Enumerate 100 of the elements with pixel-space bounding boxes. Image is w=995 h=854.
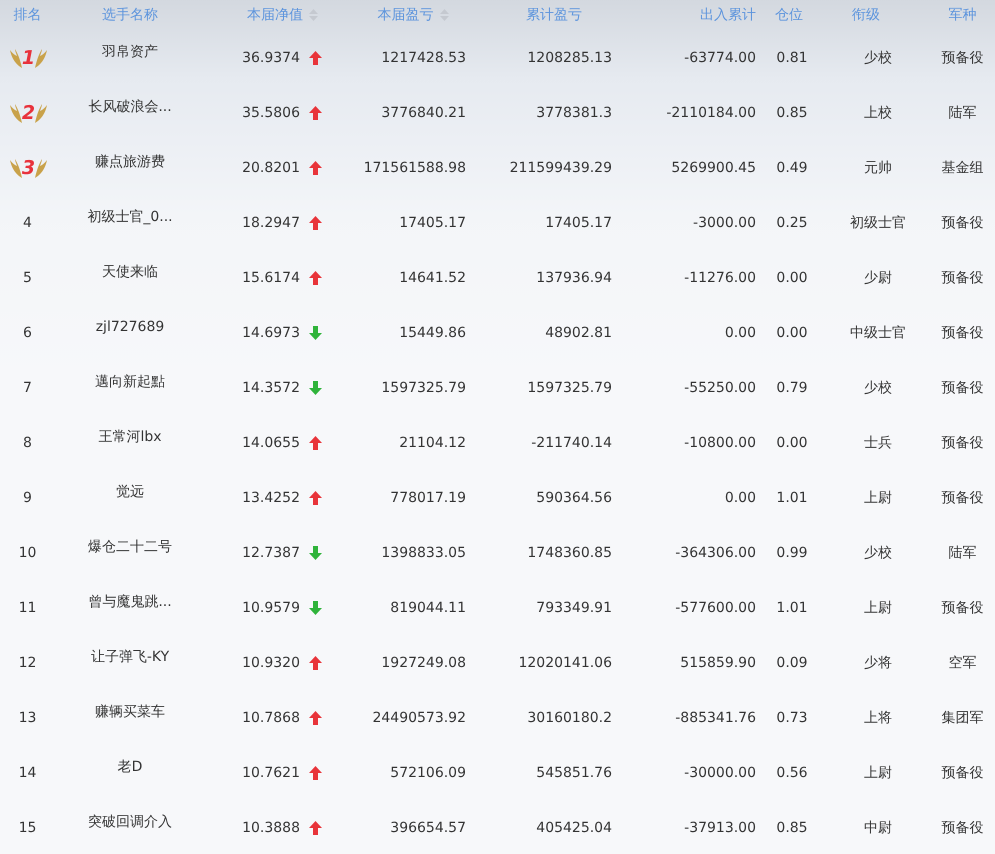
rank-number: 14	[18, 764, 36, 780]
session-profit: 1927249.08	[381, 654, 466, 670]
net-value: 15.6174	[242, 270, 300, 286]
position-ratio: 0.79	[776, 380, 808, 396]
net-value: 35.5806	[242, 104, 300, 120]
service-branch: 预备役	[942, 820, 984, 836]
net-flow: -37913.00	[684, 820, 756, 836]
session-profit: 24490573.92	[372, 710, 466, 726]
player-name: 突破回调介入	[88, 814, 172, 830]
player-name: 老D	[118, 758, 142, 774]
column-header[interactable]: 本届净值	[247, 6, 303, 24]
rank-number: 4	[23, 214, 32, 230]
player-name: 觉远	[116, 484, 144, 500]
rank-number: 10	[18, 544, 36, 560]
service-branch: 预备役	[942, 50, 984, 66]
total-profit: -211740.14	[531, 434, 612, 450]
wing-icon	[8, 102, 23, 124]
player-name: 赚辆买菜车	[95, 704, 165, 720]
session-profit: 17405.17	[399, 214, 466, 230]
net-value: 18.2947	[242, 214, 300, 230]
service-branch: 预备役	[942, 324, 984, 340]
rank-number: 8	[23, 434, 32, 450]
column-header[interactable]: 本届盈亏	[378, 6, 434, 24]
column-header: 出入累计	[700, 6, 756, 24]
rank-title: 上校	[864, 104, 892, 120]
session-profit: 14641.52	[399, 270, 466, 286]
player-name: 王常河lbx	[98, 428, 162, 444]
total-profit: 1208285.13	[527, 50, 612, 66]
position-ratio: 0.25	[776, 214, 808, 230]
service-branch: 预备役	[942, 270, 984, 286]
net-flow: -10800.00	[684, 434, 756, 450]
player-name: 羽帛资产	[102, 44, 158, 60]
player-name: 爆仓二十二号	[88, 538, 172, 554]
service-branch: 预备役	[942, 764, 984, 780]
column-header: 仓位	[775, 6, 803, 24]
player-name: 让子弹飞-KY	[90, 648, 170, 664]
net-value: 14.3572	[242, 380, 300, 396]
rank-number: 5	[23, 270, 32, 286]
service-branch: 陆军	[948, 544, 976, 560]
net-flow: -2110184.00	[666, 104, 756, 120]
position-ratio: 0.00	[776, 324, 808, 340]
net-value: 10.3888	[242, 820, 300, 836]
net-flow: -63774.00	[684, 50, 756, 66]
rank-number: 11	[18, 600, 36, 616]
net-flow: -3000.00	[693, 214, 756, 230]
service-branch: 预备役	[942, 490, 984, 506]
total-profit: 1748360.85	[527, 544, 612, 560]
net-value: 14.6973	[242, 324, 300, 340]
service-branch: 预备役	[942, 600, 984, 616]
net-value: 10.9320	[242, 654, 300, 670]
rank-number: 7	[23, 380, 32, 396]
session-profit: 15449.86	[399, 324, 466, 340]
total-profit: 590364.56	[536, 490, 612, 506]
position-ratio: 0.73	[776, 710, 808, 726]
position-ratio: 0.49	[776, 160, 808, 176]
session-profit: 396654.57	[390, 820, 466, 836]
column-header: 排名	[14, 6, 42, 24]
rank-number: 12	[18, 654, 36, 670]
net-flow: 5269900.45	[671, 160, 756, 176]
position-ratio: 0.81	[776, 50, 808, 66]
net-value: 10.7868	[242, 710, 300, 726]
service-branch: 空军	[948, 654, 976, 670]
rank-title: 上尉	[864, 600, 892, 616]
net-value: 10.9579	[242, 600, 300, 616]
rank-title: 上将	[864, 710, 892, 726]
net-flow: 0.00	[724, 490, 756, 506]
total-profit: 12020141.06	[518, 654, 612, 670]
net-flow: -364306.00	[675, 544, 756, 560]
wing-icon	[34, 46, 48, 68]
player-name: zjl727689	[96, 318, 164, 334]
position-ratio: 1.01	[776, 600, 808, 616]
column-header: 衔级	[852, 6, 880, 24]
total-profit: 1597325.79	[527, 380, 612, 396]
position-ratio: 0.85	[776, 104, 808, 120]
rank-title: 初级士官	[850, 214, 906, 230]
player-name: 天使来临	[102, 264, 158, 280]
rank-title: 少校	[864, 544, 892, 560]
position-ratio: 0.99	[776, 544, 808, 560]
total-profit: 793349.91	[536, 600, 612, 616]
position-ratio: 1.01	[776, 490, 808, 506]
rank-title: 中级士官	[850, 324, 906, 340]
rank-number: 3	[22, 156, 36, 178]
net-flow: -885341.76	[675, 710, 756, 726]
wing-icon	[34, 156, 48, 178]
net-flow: -11276.00	[684, 270, 756, 286]
net-value: 13.4252	[242, 490, 300, 506]
service-branch: 预备役	[942, 214, 984, 230]
service-branch: 集团军	[942, 710, 984, 726]
total-profit: 48902.81	[545, 324, 612, 340]
total-profit: 3778381.3	[536, 104, 612, 120]
session-profit: 1398833.05	[381, 544, 466, 560]
position-ratio: 0.00	[776, 434, 808, 450]
player-name: 长风破浪会...	[88, 98, 172, 114]
session-profit: 1217428.53	[381, 50, 466, 66]
session-profit: 21104.12	[399, 434, 466, 450]
total-profit: 405425.04	[536, 820, 612, 836]
session-profit: 819044.11	[390, 600, 466, 616]
net-value: 12.7387	[242, 544, 300, 560]
position-ratio: 0.56	[776, 764, 808, 780]
net-value: 20.8201	[242, 160, 300, 176]
